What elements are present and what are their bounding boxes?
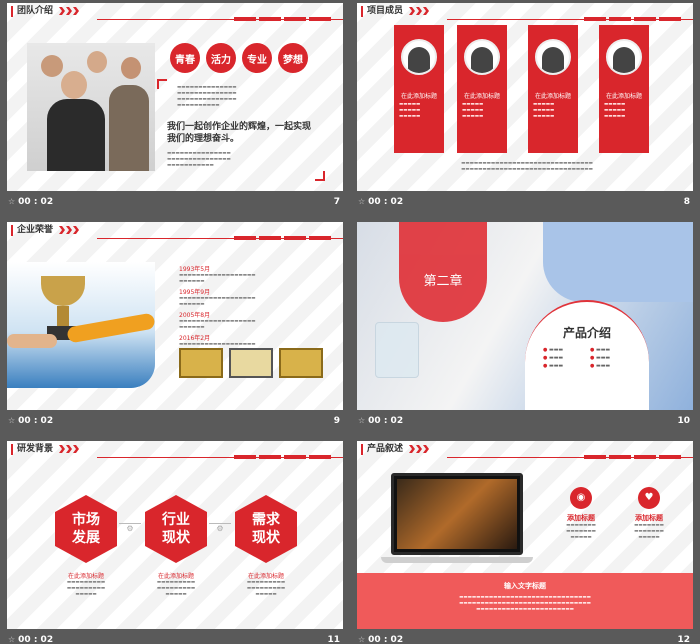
avatar [606,39,642,75]
team-photo [27,43,155,171]
chevron-icon [59,7,79,15]
year-label: 2005年8月 [179,312,211,319]
target-icon: ◉ [570,487,592,509]
year-label: 1995年9月 [179,289,211,296]
body-text: ▬▬▬▬▬▬▬▬▬▬▬▬▬▬▬▬▬▬▬▬▬▬▬▬▬▬▬▬▬▬▬▬▬▬▬▬▬▬▬▬… [461,161,593,172]
product-title: 产品介绍 [562,326,611,340]
slide-timing: 00 : 02 [368,196,404,207]
chevron-icon [59,226,79,234]
headline: 我们一起创作企业的辉煌，一起实现我们的理想奋斗。 [167,122,312,144]
chevron-icon [409,445,429,453]
slide-canvas: 第二章 产品介绍 ● ▬▬▬ ● ▬▬▬ ● ▬▬▬ ● ▬▬▬ ● ▬▬▬ ● ▬▬… [357,222,693,410]
slide-timing: 00 : 02 [18,634,54,644]
slide-title: 产品叙述 [361,444,403,455]
chapter-title: 第二章 [423,273,463,289]
hex-caption: 在此添加标题 ▬▬▬▬▬▬▬▬▬ ▬▬▬▬▬▬▬▬▬ ▬▬▬▬▬ [66,573,106,597]
member-title: 在此添加标题 [463,93,500,100]
star-icon: ☆ [8,635,16,644]
slide-canvas: 企业荣誉 1993年5月 ▬▬▬▬▬▬▬▬▬▬▬▬▬▬▬▬▬▬ ▬▬▬▬▬▬ 19… [7,222,343,410]
slide-timing: 00 : 02 [18,415,54,426]
feature-2: ♥ 添加标题 ▬▬▬▬▬▬▬ ▬▬▬▬▬▬▬ ▬▬▬▬▬ [619,487,679,541]
star-icon: ☆ [358,416,366,425]
star-icon: ☆ [8,416,16,425]
honor-list: 1993年5月 ▬▬▬▬▬▬▬▬▬▬▬▬▬▬▬▬▬▬ ▬▬▬▬▬▬ 1995年9月… [179,264,329,354]
slide-thumb-9[interactable]: 企业荣誉 1993年5月 ▬▬▬▬▬▬▬▬▬▬▬▬▬▬▬▬▬▬ ▬▬▬▬▬▬ 19… [7,222,343,431]
slide-number: 8 [683,196,690,207]
hex-industry: 行业现状 [145,495,207,563]
avatar [401,39,437,75]
slide-canvas: 产品叙述 ◉ 添加标题 ▬▬▬▬▬▬▬ ▬▬▬▬▬▬▬ ▬▬▬▬▬ ♥ 添加标题 ▬… [357,441,693,629]
product-list: ● ▬▬▬ ● ▬▬▬ ● ▬▬▬ ● ▬▬▬ ● ▬▬▬ ● ▬▬▬ [543,347,611,369]
slide-timing: 00 : 02 [18,196,54,207]
slide-thumb-12[interactable]: 产品叙述 ◉ 添加标题 ▬▬▬▬▬▬▬ ▬▬▬▬▬▬▬ ▬▬▬▬▬ ♥ 添加标题 ▬… [357,441,693,644]
slide-canvas: 项目成员 在此添加标题 ▬▬▬▬▬ ▬▬▬▬▬ ▬▬▬▬▬ 在此添加标题 ▬▬▬▬▬… [357,3,693,191]
slide-title: 企业荣誉 [11,225,53,236]
connector-icon: ⚙ [209,523,231,535]
slide-thumb-10[interactable]: 第二章 产品介绍 ● ▬▬▬ ● ▬▬▬ ● ▬▬▬ ● ▬▬▬ ● ▬▬▬ ● ▬▬… [357,222,693,431]
hex-caption: 在此添加标题 ▬▬▬▬▬▬▬▬▬ ▬▬▬▬▬▬▬▬▬ ▬▬▬▬▬ [246,573,286,597]
chevron-icon [59,445,79,453]
corner-bracket [315,171,325,181]
slide-title: 团队介绍 [11,6,53,17]
slide-timing: 00 : 02 [368,415,404,426]
tag-vitality: 活力 [206,43,236,73]
slide-title: 研发背景 [11,444,53,455]
hex-market: 市场发展 [55,495,117,563]
slide-canvas: 团队介绍 青春 活力 专业 梦想 ▬▬▬▬▬▬▬▬▬▬▬▬▬▬ ▬▬▬▬▬▬▬▬▬… [7,3,343,191]
trophy-icon [41,276,85,306]
chapter-badge: 第二章 [399,222,487,322]
slide-number: 7 [333,196,340,207]
connector-icon: ⚙ [119,523,141,535]
member-card: 在此添加标题 ▬▬▬▬▬ ▬▬▬▬▬ ▬▬▬▬▬ [457,25,507,153]
certificate [179,348,223,378]
star-icon: ☆ [358,635,366,644]
slide-title: 项目成员 [361,6,403,17]
member-card: 在此添加标题 ▬▬▬▬▬ ▬▬▬▬▬ ▬▬▬▬▬ [394,25,444,153]
slide-number: 11 [327,634,340,644]
chevron-icon [409,7,429,15]
bottom-banner: 输入文字标题 ▬▬▬▬▬▬▬▬▬▬▬▬▬▬▬▬▬▬▬▬▬▬▬▬▬▬▬▬▬▬▬ ▬▬… [357,573,693,629]
hex-demand: 需求现状 [235,495,297,563]
hex-caption: 在此添加标题 ▬▬▬▬▬▬▬▬▬ ▬▬▬▬▬▬▬▬▬ ▬▬▬▬▬ [156,573,196,597]
laptop-screen [391,473,523,555]
star-icon: ☆ [8,197,16,206]
slide-thumb-8[interactable]: 项目成员 在此添加标题 ▬▬▬▬▬ ▬▬▬▬▬ ▬▬▬▬▬ 在此添加标题 ▬▬▬▬▬… [357,3,693,212]
slide-thumb-7[interactable]: 团队介绍 青春 活力 专业 梦想 ▬▬▬▬▬▬▬▬▬▬▬▬▬▬ ▬▬▬▬▬▬▬▬▬… [7,3,343,212]
year-label: 2016年2月 [179,335,211,342]
body-text: ▬▬▬▬▬▬▬▬▬▬▬▬▬▬▬▬▬▬▬▬▬▬▬▬▬▬▬▬▬▬▬▬▬▬▬▬▬▬▬▬… [167,151,231,168]
tag-youth: 青春 [170,43,200,73]
trophy-image [7,262,155,388]
avatar [535,39,571,75]
banner-title: 输入文字标题 [504,582,546,590]
tag-professional: 专业 [242,43,272,73]
year-label: 1993年5月 [179,266,211,273]
slide-number: 12 [677,634,690,644]
slide-number: 10 [677,415,690,426]
corner-bracket [157,79,167,89]
feature-1: ◉ 添加标题 ▬▬▬▬▬▬▬ ▬▬▬▬▬▬▬ ▬▬▬▬▬ [551,487,611,541]
laptop-base [381,557,533,563]
certificate [229,348,273,378]
glass-shape [375,322,419,378]
arm-shape [543,222,693,302]
certificate [279,348,323,378]
star-icon: ☆ [358,197,366,206]
slide-thumb-11[interactable]: 研发背景 市场发展 行业现状 需求现状 ⚙ ⚙ 在此添加标题 ▬▬▬▬▬▬▬▬▬… [7,441,343,644]
member-title: 在此添加标题 [400,93,437,100]
tag-dream: 梦想 [278,43,308,73]
slide-canvas: 研发背景 市场发展 行业现状 需求现状 ⚙ ⚙ 在此添加标题 ▬▬▬▬▬▬▬▬▬… [7,441,343,629]
member-title: 在此添加标题 [534,93,571,100]
body-text: ▬▬▬▬▬▬▬▬▬▬▬▬▬▬▬▬▬▬▬▬▬▬▬▬▬▬▬▬▬▬▬▬▬▬▬▬▬▬▬▬… [177,85,237,108]
slide-timing: 00 : 02 [368,634,404,644]
tulip-icon: ♥ [638,487,660,509]
member-card: 在此添加标题 ▬▬▬▬▬ ▬▬▬▬▬ ▬▬▬▬▬ [599,25,649,153]
member-card: 在此添加标题 ▬▬▬▬▬ ▬▬▬▬▬ ▬▬▬▬▬ [528,25,578,153]
avatar [464,39,500,75]
member-title: 在此添加标题 [605,93,642,100]
slide-number: 9 [333,415,340,426]
